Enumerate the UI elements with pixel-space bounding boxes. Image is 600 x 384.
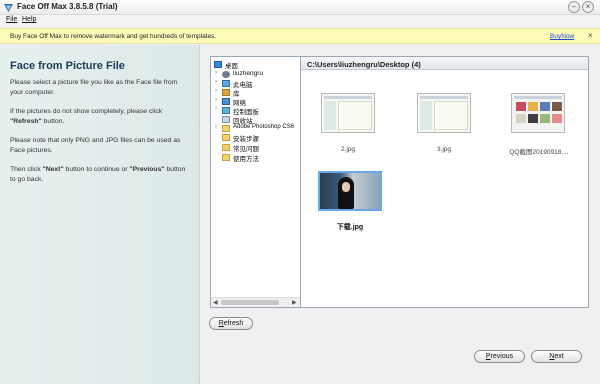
instruction-select: Please select a picture file you like as…: [10, 79, 178, 96]
instructions-panel: Face from Picture File Please select a p…: [0, 45, 200, 384]
buy-now-link[interactable]: BuyNow: [550, 33, 574, 40]
thumb-content: [338, 101, 372, 130]
instruction-refresh: If the pictures do not show completely, …: [10, 107, 192, 126]
control-panel-icon: [222, 107, 230, 114]
photo-face: [342, 182, 350, 192]
refresh-label: efresh: [223, 320, 244, 327]
thumb-photo-cell: [528, 114, 538, 123]
thumb-photo-cell: [552, 102, 562, 111]
refresh-button[interactable]: Refresh: [209, 317, 253, 330]
title-bar: Face Off Max 3.8.5.8 (Trial) – ×: [0, 0, 600, 15]
expand-icon[interactable]: ›: [215, 88, 217, 94]
network-icon: [222, 98, 230, 105]
thumb-toolbar: [514, 96, 562, 99]
file-name[interactable]: 3.jpg: [417, 146, 471, 153]
folder-icon: [222, 125, 230, 132]
minimize-button[interactable]: –: [568, 1, 580, 13]
thumb-photo-cell: [516, 114, 526, 123]
menu-file[interactable]: File: [6, 16, 17, 23]
scroll-right-icon[interactable]: ▶: [292, 299, 297, 306]
tree-item-label: 使用方法: [233, 156, 259, 163]
previous-label: revious: [490, 353, 514, 360]
trial-banner: Buy Face Off Max to remove watermark and…: [0, 28, 600, 44]
file-browser: C:\Users\liuzhengru\Desktop (4) 2.jpg 3.…: [301, 56, 589, 308]
tree-item-label: 桌面: [225, 63, 238, 70]
file-name[interactable]: QQ截图20190918....: [505, 146, 573, 156]
tree-item-label: 常见问题: [233, 146, 259, 153]
thumb-photo-cell: [528, 102, 538, 111]
instruction-formats: Please note that only PNG and JPG files …: [10, 137, 181, 154]
thumb-sidebar: [324, 101, 336, 130]
app-logo-icon: [4, 4, 13, 12]
user-folder-icon: [222, 71, 230, 78]
thumb-content: [434, 101, 468, 130]
folder-icon: [222, 134, 230, 141]
expand-icon[interactable]: ›: [215, 124, 217, 130]
instruction-refresh-text: If the pictures do not show completely, …: [10, 108, 163, 115]
file-thumbnail[interactable]: [417, 93, 471, 133]
tree-item-label: liuzhengru: [233, 70, 263, 77]
expand-icon[interactable]: ›: [215, 106, 217, 112]
library-icon: [222, 89, 230, 96]
next-label: ext: [554, 353, 564, 360]
instruction-refresh-tail: button.: [41, 117, 65, 125]
computer-icon: [222, 80, 230, 87]
selected-file-thumbnail[interactable]: [318, 171, 382, 211]
thumb-photo-cell: [552, 114, 562, 123]
file-name[interactable]: 2.jpg: [321, 146, 375, 153]
current-path: C:\Users\liuzhengru\Desktop (4): [307, 60, 421, 69]
instruction-navigation: Then click "Next" button to continue or …: [10, 165, 192, 184]
page-title: Face from Picture File: [10, 60, 125, 72]
thumb-sidebar: [420, 101, 432, 130]
instruction-previous-keyword: "Previous": [129, 166, 165, 173]
banner-close-icon[interactable]: ×: [588, 31, 593, 40]
folder-icon: [222, 144, 230, 151]
instruction-refresh-keyword: "Refresh": [10, 117, 42, 125]
recycle-bin-icon: [222, 116, 230, 123]
instruction-nav-text: Then click: [10, 166, 43, 173]
close-button[interactable]: ×: [582, 1, 594, 13]
thumb-toolbar: [420, 96, 468, 99]
scroll-left-icon[interactable]: ◀: [213, 299, 218, 306]
selected-file-name[interactable]: 下载.jpg: [318, 222, 382, 232]
file-thumbnail[interactable]: [321, 93, 375, 133]
instruction-nav-middle: button to continue or: [63, 166, 130, 173]
previous-button[interactable]: Previous: [474, 350, 525, 363]
expand-icon[interactable]: ›: [215, 97, 217, 103]
tree-horizontal-scrollbar[interactable]: ◀ ▶: [211, 297, 300, 307]
folder-icon: [222, 154, 230, 161]
next-button[interactable]: Next: [531, 350, 582, 363]
scroll-thumb[interactable]: [221, 300, 279, 305]
folder-tree[interactable]: 桌面 › liuzhengru › 此电脑 › 库 › 网络 › 控制面板 回收…: [210, 56, 301, 308]
menu-help[interactable]: Help: [22, 16, 36, 23]
desktop-icon: [214, 61, 222, 68]
window-title: Face Off Max 3.8.5.8 (Trial): [17, 2, 118, 11]
thumb-photo-cell: [540, 102, 550, 111]
thumb-photo-cell: [516, 102, 526, 111]
tree-item-label: 安装步骤: [233, 136, 259, 143]
thumb-toolbar: [324, 96, 372, 99]
file-thumbnail[interactable]: [511, 93, 565, 133]
expand-icon[interactable]: ›: [215, 79, 217, 85]
banner-message: Buy Face Off Max to remove watermark and…: [10, 33, 217, 40]
menu-bar: File Help: [0, 15, 600, 27]
path-bar: C:\Users\liuzhengru\Desktop (4): [301, 57, 588, 70]
instruction-next-keyword: "Next": [42, 166, 64, 173]
thumb-photo-cell: [540, 114, 550, 123]
tree-item-label: Adobe Photoshop CS6: [233, 124, 295, 130]
expand-icon[interactable]: ›: [215, 70, 217, 76]
